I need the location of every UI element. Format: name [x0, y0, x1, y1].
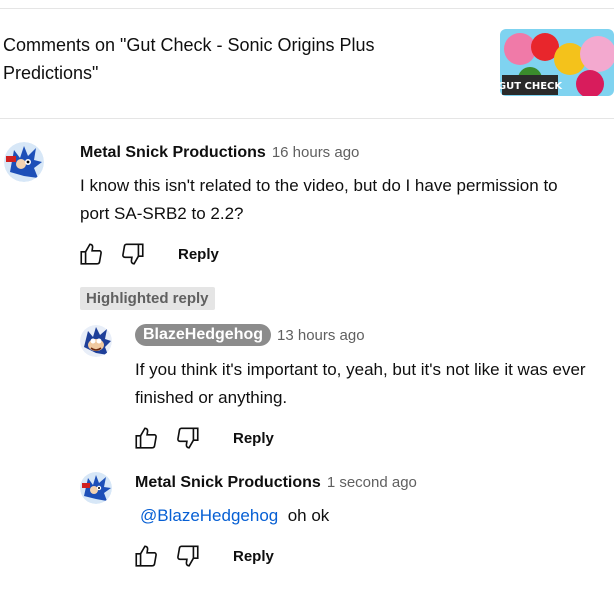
reply-header: Metal Snick Productions 1 second ago	[135, 474, 417, 492]
thumbs-down-icon[interactable]	[173, 541, 203, 571]
avatar[interactable]	[80, 325, 112, 357]
comment-actions: Reply	[76, 239, 219, 269]
reply-time[interactable]: 1 second ago	[327, 474, 417, 491]
video-thumbnail[interactable]: GUT CHECK	[500, 29, 614, 96]
thumbs-up-icon[interactable]	[131, 423, 161, 453]
mention-link[interactable]: @BlazeHedgehog	[140, 506, 278, 525]
reply-button[interactable]: Reply	[178, 246, 219, 263]
thumbnail-caption: GUT CHECK	[500, 81, 563, 92]
creator-author-chip[interactable]: BlazeHedgehog	[135, 324, 272, 346]
thumbs-up-icon[interactable]	[131, 541, 161, 571]
header-divider	[0, 118, 614, 119]
reply-actions: Reply	[131, 541, 274, 571]
comment-author[interactable]: Metal Snick Productions	[80, 144, 266, 161]
thumbs-down-icon[interactable]	[173, 423, 203, 453]
reply-button[interactable]: Reply	[233, 548, 274, 565]
reply-actions: Reply	[131, 423, 274, 453]
reply-text-line: @BlazeHedgehog oh ok	[140, 502, 329, 530]
thumbs-down-icon[interactable]	[118, 239, 148, 269]
reply-author[interactable]: Metal Snick Productions	[135, 474, 321, 491]
avatar[interactable]	[80, 472, 112, 504]
reply-header: BlazeHedgehog 13 hours ago	[135, 324, 365, 346]
reply-text: oh ok	[287, 506, 330, 525]
comments-header-title: Comments on "Gut Check - Sonic Origins P…	[3, 35, 375, 83]
comment-time[interactable]: 16 hours ago	[272, 144, 360, 161]
top-divider	[0, 8, 614, 9]
reply-text: If you think it's important to, yeah, bu…	[135, 360, 586, 407]
comment-header: Metal Snick Productions 16 hours ago	[80, 144, 359, 162]
thumbs-up-icon[interactable]	[76, 239, 106, 269]
avatar[interactable]	[4, 142, 44, 182]
highlighted-reply-badge: Highlighted reply	[80, 287, 215, 310]
reply-time[interactable]: 13 hours ago	[277, 327, 365, 344]
comment-text: I know this isn't related to the video, …	[80, 176, 558, 223]
reply-button[interactable]: Reply	[233, 430, 274, 447]
